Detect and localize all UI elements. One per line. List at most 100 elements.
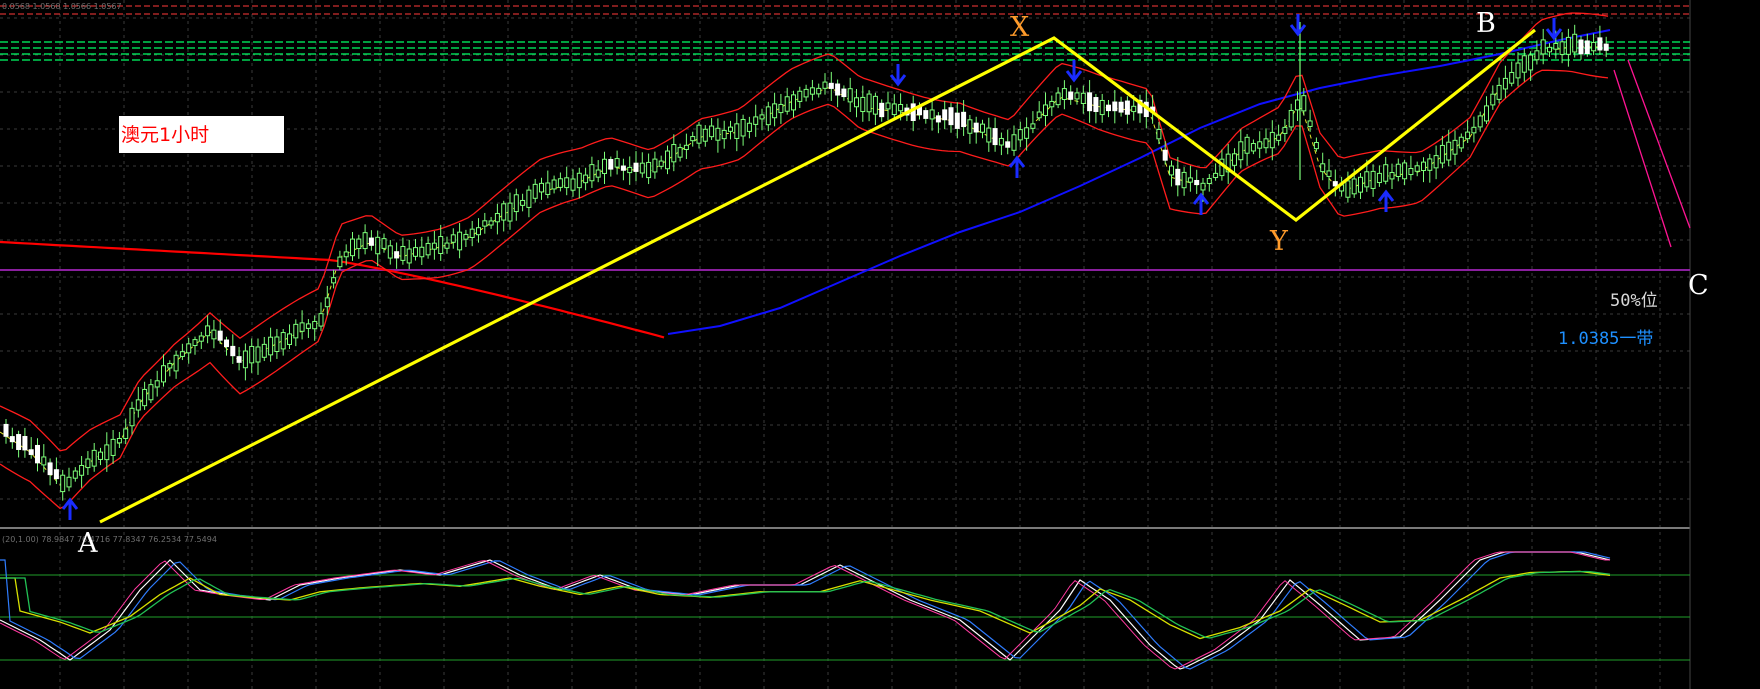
bull-candle <box>280 332 286 350</box>
bull-candle <box>1288 109 1294 128</box>
bull-candle <box>734 123 740 139</box>
axyb-pattern-lines <box>99 28 1536 524</box>
bull-candle <box>690 136 696 142</box>
bull-candle <box>444 242 450 249</box>
bull-candle <box>1187 177 1193 183</box>
bear-candle <box>828 82 834 89</box>
bull-candle <box>1200 182 1206 191</box>
bull-candle <box>822 81 828 89</box>
bull-candle <box>79 464 85 476</box>
down-arrow-icon <box>889 64 907 87</box>
bull-candle <box>60 474 66 493</box>
bull-candle <box>255 346 261 363</box>
bull-candle <box>123 428 129 439</box>
bear-candle <box>1584 40 1590 55</box>
bear-candle <box>47 462 53 476</box>
bull-candle <box>809 87 815 95</box>
bear-candle <box>368 237 374 246</box>
bull-candle <box>110 438 116 456</box>
bear-candle <box>879 102 885 118</box>
bull-candle <box>860 96 866 113</box>
bull-candle <box>1307 120 1313 127</box>
note-fifty-percent: 50%位 <box>1610 291 1658 311</box>
bull-candle <box>179 351 185 357</box>
bull-candle <box>1301 95 1307 112</box>
bull-candle <box>1509 71 1515 84</box>
bear-candle <box>841 88 847 98</box>
bull-candle <box>513 194 519 213</box>
bull-candle <box>1553 42 1559 50</box>
bull-candle <box>494 213 500 223</box>
projection-line <box>1613 69 1672 248</box>
bull-candle <box>337 256 343 268</box>
bear-candle <box>961 111 967 128</box>
bull-candle <box>488 220 494 226</box>
up-arrow-icon <box>1192 192 1210 215</box>
osc-line-signal <box>0 570 1611 640</box>
bull-candle <box>797 90 803 102</box>
pattern-zigzag <box>99 28 1536 524</box>
point-label-c: C <box>1688 270 1709 301</box>
bull-candle <box>803 88 809 98</box>
bear-candle <box>1112 101 1118 112</box>
bull-candle <box>614 158 620 168</box>
bull-candle <box>1521 55 1527 73</box>
bull-candle <box>545 182 551 195</box>
bull-candle <box>1408 168 1414 176</box>
bull-candle <box>173 354 179 372</box>
bull-candle <box>1345 180 1351 198</box>
bull-candle <box>1540 39 1546 55</box>
bull-candle <box>967 119 973 134</box>
bull-candle <box>1572 33 1578 53</box>
bull-candle <box>1232 153 1237 166</box>
bear-candle <box>230 345 236 357</box>
bull-candle <box>532 183 538 199</box>
bull-candle <box>356 238 362 250</box>
bull-candle <box>1591 41 1597 52</box>
up-arrow-icon <box>61 497 79 520</box>
bull-candle <box>998 137 1004 146</box>
note-price-level: 1.0385一带 <box>1558 329 1654 349</box>
bull-candle <box>1402 162 1408 180</box>
bull-candle <box>1024 127 1030 139</box>
bull-candle <box>1206 178 1212 185</box>
bull-candle <box>274 336 280 352</box>
bull-candle <box>299 322 305 332</box>
bull-candle <box>1131 105 1137 113</box>
bear-candle <box>954 112 960 129</box>
bull-candle <box>72 470 78 479</box>
bull-candle <box>740 118 746 137</box>
down-arrow-icon <box>1545 18 1563 41</box>
bull-candle <box>142 388 148 407</box>
bull-candle <box>1389 172 1395 180</box>
bear-candle <box>1603 43 1609 51</box>
bull-candle <box>677 147 683 158</box>
bull-candle <box>1238 141 1244 161</box>
bull-candle <box>589 164 595 182</box>
bull-candle <box>501 203 507 221</box>
bull-candle <box>1043 104 1048 117</box>
bull-candle <box>198 335 204 342</box>
bull-candle <box>1099 99 1105 116</box>
bull-candle <box>66 476 72 488</box>
bull-candle <box>1030 123 1036 129</box>
bull-candle <box>205 325 211 337</box>
point-label-y: Y <box>1270 226 1288 257</box>
bull-candle <box>1515 62 1521 79</box>
bull-candle <box>576 172 582 189</box>
bull-candle <box>1433 155 1439 169</box>
indicator-header: (20,1.00) 78.9847 76.4716 77.8347 76.253… <box>2 535 217 544</box>
candlesticks <box>3 22 1609 501</box>
bear-candle <box>910 103 916 122</box>
bear-candle <box>1093 97 1099 112</box>
osc-line-slow <box>0 570 1611 639</box>
bull-candle <box>1484 105 1489 122</box>
bull-candle <box>1547 46 1552 53</box>
bull-candle <box>1213 172 1219 179</box>
bull-candle <box>1383 164 1389 182</box>
bull-candle <box>1414 165 1420 172</box>
bull-candle <box>261 343 267 358</box>
bull-candle <box>104 444 110 461</box>
bear-candle <box>394 251 400 259</box>
bull-candle <box>665 150 670 170</box>
